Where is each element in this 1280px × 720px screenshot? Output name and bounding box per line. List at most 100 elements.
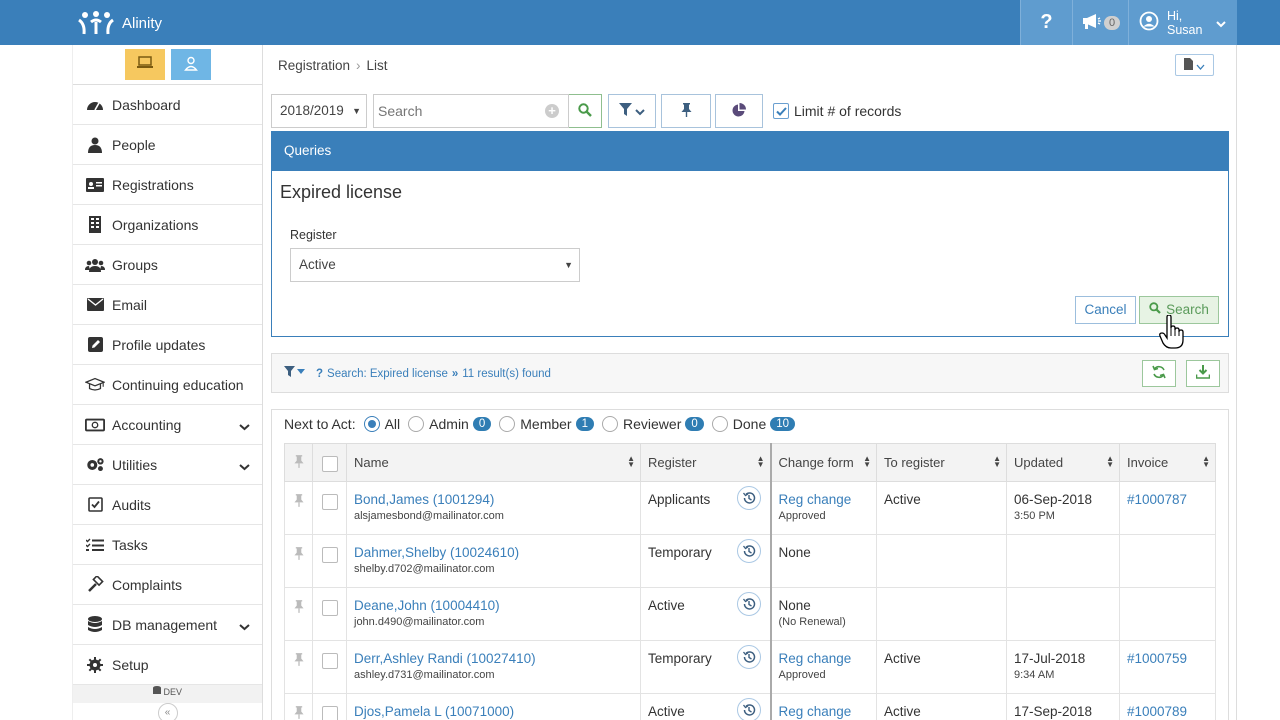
pin-cell[interactable]	[284, 693, 313, 720]
change-form-link[interactable]: Reg change	[779, 704, 870, 719]
row-checkbox[interactable]	[321, 600, 338, 616]
sidebar-item-groups[interactable]: Groups	[73, 245, 262, 285]
user-menu[interactable]: Hi, Susan	[1128, 0, 1237, 45]
radio-reviewer-label[interactable]: Reviewer	[623, 416, 681, 432]
pin-cell[interactable]	[284, 534, 313, 588]
history-icon[interactable]	[736, 486, 761, 510]
table-row[interactable]: Dahmer,Shelby (10024610) shelby.d702@mail…	[284, 534, 1216, 588]
table-row[interactable]: Bond,James (1001294) alsjamesbond@mailina…	[284, 481, 1216, 535]
select-all-checkbox[interactable]	[321, 455, 338, 472]
register-select[interactable]: Active ▼	[290, 248, 580, 282]
sidebar-item-email[interactable]: Email	[73, 285, 262, 325]
invoice-link[interactable]: #1000759	[1127, 651, 1187, 666]
updated-cell	[1006, 534, 1120, 588]
table-row[interactable]: Derr,Ashley Randi (10027410) ashley.d731@…	[284, 640, 1216, 694]
sidebar-item-registrations[interactable]: Registrations	[73, 165, 262, 205]
main-content: Registration›List 2018/2019 ▼ + Limit #	[263, 45, 1237, 720]
change-form-value: None	[778, 598, 811, 613]
sidebar-item-db-management[interactable]: DB management	[73, 605, 262, 645]
register-value: Temporary	[648, 545, 712, 560]
row-checkbox[interactable]	[321, 706, 338, 720]
invoice-link[interactable]: #1000789	[1127, 704, 1187, 719]
filter-dropdown-icon[interactable]	[284, 366, 308, 381]
breadcrumb-current: List	[366, 58, 388, 73]
collapse-sidebar-button[interactable]: «	[157, 703, 178, 720]
radio-all[interactable]	[363, 416, 380, 432]
radio-done-label[interactable]: Done	[733, 416, 766, 432]
sidebar-item-audits[interactable]: Audits	[73, 485, 262, 525]
radio-all-label[interactable]: All	[385, 416, 401, 432]
sidebar-item-label: Continuing education	[112, 376, 244, 393]
sidebar-item-accounting[interactable]: Accounting	[73, 405, 262, 445]
pin-cell[interactable]	[284, 587, 313, 641]
column-header-name[interactable]: Name ▲ ▼	[346, 443, 641, 482]
queries-panel-header[interactable]: Queries	[272, 132, 1228, 171]
person-link[interactable]: Dahmer,Shelby (10024610)	[354, 545, 633, 560]
table-row[interactable]: Deane,John (10004410) john.d490@mailinato…	[284, 587, 1216, 641]
user-mode-button[interactable]	[170, 49, 211, 80]
radio-member-label[interactable]: Member	[520, 416, 571, 432]
history-icon[interactable]	[736, 698, 761, 720]
column-header-updated[interactable]: Updated ▲ ▼	[1006, 443, 1120, 482]
column-header-to-register[interactable]: To register ▲ ▼	[876, 443, 1007, 482]
plus-circle-icon[interactable]: +	[545, 104, 559, 118]
notifications-button[interactable]: 0	[1072, 0, 1128, 45]
radio-done[interactable]	[711, 416, 728, 432]
person-link[interactable]: Djos,Pamela L (10071000)	[354, 704, 633, 719]
sidebar-item-organizations[interactable]: Organizations	[73, 205, 262, 245]
download-button[interactable]	[1186, 360, 1220, 387]
admin-mode-button[interactable]	[124, 49, 165, 80]
change-form-link[interactable]: Reg change	[779, 651, 870, 666]
history-icon[interactable]	[736, 592, 761, 616]
column-header-change-form[interactable]: Change form ▲ ▼	[770, 443, 877, 482]
search-button[interactable]	[568, 94, 602, 128]
queries-panel: Queries Expired license Register Active …	[271, 131, 1229, 337]
sidebar-item-profile-updates[interactable]: Profile updates	[73, 325, 262, 365]
invoice-link[interactable]: #1000787	[1127, 492, 1187, 507]
person-link[interactable]: Deane,John (10004410)	[354, 598, 633, 613]
registration-year-select[interactable]: 2018/2019 ▼	[271, 94, 367, 128]
cancel-button[interactable]: Cancel	[1075, 296, 1136, 324]
sidebar-item-dashboard[interactable]: Dashboard	[73, 85, 262, 125]
breadcrumb-root[interactable]: Registration	[278, 58, 350, 73]
radio-admin-label[interactable]: Admin	[429, 416, 469, 432]
radio-member[interactable]	[499, 416, 516, 432]
person-link[interactable]: Bond,James (1001294)	[354, 492, 633, 507]
limit-records-checkbox[interactable]	[773, 103, 789, 119]
sidebar-item-people[interactable]: People	[73, 125, 262, 165]
double-chevron-icon: »	[451, 367, 459, 380]
chart-button[interactable]	[715, 94, 763, 128]
radio-reviewer[interactable]	[602, 416, 619, 432]
radio-admin[interactable]	[408, 416, 425, 432]
history-icon[interactable]	[736, 645, 761, 669]
row-checkbox[interactable]	[321, 653, 338, 669]
filter-dropdown-button[interactable]	[608, 94, 656, 128]
pin-cell[interactable]	[284, 640, 313, 694]
history-icon[interactable]	[736, 539, 761, 563]
document-menu-button[interactable]	[1175, 54, 1214, 76]
brand[interactable]: Alinity	[76, 10, 162, 36]
limit-records-toggle[interactable]: Limit # of records	[773, 103, 901, 119]
column-header-invoice[interactable]: Invoice ▲ ▼	[1119, 443, 1216, 482]
table-row[interactable]: Djos,Pamela L (10071000) Active Reg chan…	[284, 693, 1216, 720]
column-name-label: Name	[354, 455, 389, 470]
sidebar-item-tasks[interactable]: Tasks	[73, 525, 262, 565]
register-field-label: Register	[290, 228, 337, 242]
sidebar-item-continuing-education[interactable]: Continuing education	[73, 365, 262, 405]
pin-button[interactable]	[661, 94, 711, 128]
change-form-link[interactable]: Reg change	[779, 492, 870, 507]
invoice-cell	[1119, 534, 1216, 588]
sidebar-item-label: Accounting	[112, 416, 182, 433]
column-header-register[interactable]: Register ▲ ▼	[640, 443, 772, 482]
refresh-button[interactable]	[1142, 360, 1176, 387]
search-input[interactable]	[374, 95, 534, 127]
row-checkbox[interactable]	[321, 494, 338, 510]
help-button[interactable]: ?	[1020, 0, 1072, 45]
row-checkbox[interactable]	[321, 547, 338, 563]
sidebar-item-setup[interactable]: Setup	[73, 645, 262, 685]
sidebar-item-complaints[interactable]: Complaints	[73, 565, 262, 605]
person-link[interactable]: Derr,Ashley Randi (10027410)	[354, 651, 633, 666]
pin-cell[interactable]	[284, 481, 313, 535]
sidebar-item-utilities[interactable]: Utilities	[73, 445, 262, 485]
file-icon	[1184, 57, 1193, 73]
